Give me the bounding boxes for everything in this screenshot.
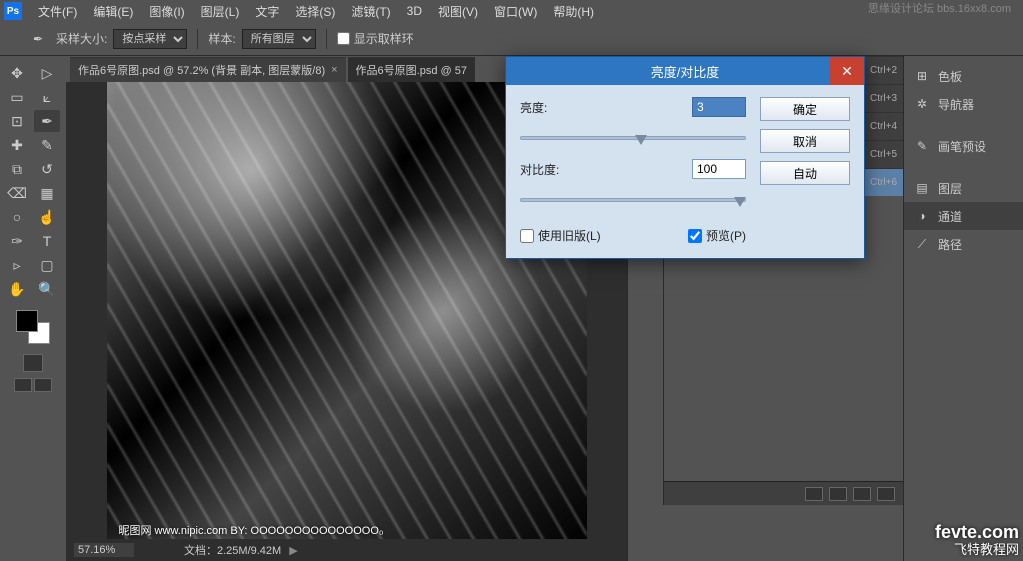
eyedropper-tool[interactable]: ✒ — [34, 110, 60, 132]
sample-size-select[interactable]: 按点采样 — [113, 29, 187, 49]
contrast-input[interactable] — [692, 159, 746, 179]
status-menu-arrow[interactable]: ▶ — [289, 544, 297, 557]
brightness-label: 亮度: — [520, 99, 570, 116]
contrast-slider[interactable] — [520, 191, 746, 209]
eyedropper-icon: ✒ — [28, 32, 48, 46]
sample-label: 样本: — [208, 30, 235, 47]
screen-mode[interactable] — [14, 378, 52, 392]
brush-icon: ✎ — [914, 139, 930, 153]
path-arrow-tool[interactable]: ▷ — [34, 62, 60, 84]
dialog-title-bar[interactable]: 亮度/对比度 ✕ — [506, 57, 864, 85]
pen-tool[interactable]: ✑ — [4, 230, 30, 252]
lasso-tool[interactable]: ⟀ — [34, 86, 60, 108]
tab-document-2[interactable]: 作品6号原图.psd @ 57 — [348, 57, 475, 82]
dodge-tool[interactable]: ○ — [4, 206, 30, 228]
tab-document-1[interactable]: 作品6号原图.psd @ 57.2% (背景 副本, 图层蒙版/8)× — [70, 57, 346, 82]
delete-channel-button[interactable] — [877, 487, 895, 501]
color-swatch[interactable] — [16, 310, 50, 344]
shortcut-label: Ctrl+2 — [870, 65, 897, 76]
menu-file[interactable]: 文件(F) — [30, 3, 85, 20]
close-icon[interactable]: × — [331, 64, 337, 76]
legacy-checkbox[interactable]: 使用旧版(L) — [520, 227, 601, 244]
paths-icon: ⟋ — [914, 237, 930, 252]
panel-tab-navigator[interactable]: ✲导航器 — [904, 90, 1023, 118]
gradient-tool[interactable]: ▦ — [34, 182, 60, 204]
app-logo: Ps — [4, 2, 22, 20]
ok-button[interactable]: 确定 — [760, 97, 850, 121]
show-ring-checkbox[interactable]: 显示取样环 — [337, 30, 414, 47]
smudge-tool[interactable]: ☝ — [34, 206, 60, 228]
separator — [197, 29, 198, 49]
brightness-slider[interactable] — [520, 129, 746, 147]
menu-layer[interactable]: 图层(L) — [193, 3, 248, 20]
close-button[interactable]: ✕ — [830, 57, 864, 85]
menu-select[interactable]: 选择(S) — [287, 3, 343, 20]
panel-tab-layers[interactable]: ▤图层 — [904, 174, 1023, 202]
menu-window[interactable]: 窗口(W) — [486, 3, 545, 20]
brush-tool[interactable]: ✎ — [34, 134, 60, 156]
panel-footer — [664, 481, 903, 505]
zoom-tool[interactable]: 🔍 — [34, 278, 60, 300]
sample-size-label: 采样大小: — [56, 30, 107, 47]
hand-tool[interactable]: ✋ — [4, 278, 30, 300]
panel-tab-channels[interactable]: ◑通道 — [904, 202, 1023, 230]
menu-3d[interactable]: 3D — [399, 4, 430, 18]
auto-button[interactable]: 自动 — [760, 161, 850, 185]
contrast-label: 对比度: — [520, 161, 570, 178]
shortcut-label: Ctrl+5 — [870, 149, 897, 160]
quick-mask-toggle[interactable] — [23, 354, 43, 372]
options-bar: ✒ 采样大小: 按点采样 样本: 所有图层 显示取样环 — [0, 22, 1023, 56]
history-brush-tool[interactable]: ↺ — [34, 158, 60, 180]
preview-checkbox[interactable]: 预览(P) — [688, 227, 746, 244]
layers-icon: ▤ — [914, 181, 930, 195]
menu-edit[interactable]: 编辑(E) — [85, 3, 141, 20]
load-selection-button[interactable] — [805, 487, 823, 501]
menu-bar: Ps 文件(F) 编辑(E) 图像(I) 图层(L) 文字 选择(S) 滤镜(T… — [0, 0, 1023, 22]
direct-select-tool[interactable]: ▹ — [4, 254, 30, 276]
cancel-button[interactable]: 取消 — [760, 129, 850, 153]
menu-view[interactable]: 视图(V) — [430, 3, 486, 20]
marquee-tool[interactable]: ▭ — [4, 86, 30, 108]
menu-help[interactable]: 帮助(H) — [545, 3, 602, 20]
panel-tab-paths[interactable]: ⟋路径 — [904, 230, 1023, 258]
zoom-level[interactable]: 57.16% — [74, 543, 134, 557]
watermark-top: 思缘设计论坛 bbs.16xx8.com — [868, 0, 1011, 16]
brightness-input[interactable] — [692, 97, 746, 117]
sample-layers-select[interactable]: 所有图层 — [242, 29, 316, 49]
type-tool[interactable]: T — [34, 230, 60, 252]
foreground-color[interactable] — [16, 310, 38, 332]
navigator-icon: ✲ — [914, 97, 930, 111]
new-channel-button[interactable] — [853, 487, 871, 501]
panel-tab-brushes[interactable]: ✎画笔预设 — [904, 132, 1023, 160]
status-bar: 57.16% 文档：2.25M/9.42M ▶ — [66, 539, 627, 561]
separator — [326, 29, 327, 49]
shortcut-label: Ctrl+6 — [870, 177, 897, 188]
shape-tool[interactable]: ▢ — [34, 254, 60, 276]
dialog-title: 亮度/对比度 — [651, 62, 720, 81]
crop-tool[interactable]: ⊡ — [4, 110, 30, 132]
shortcut-label: Ctrl+3 — [870, 93, 897, 104]
doc-size: 文档：2.25M/9.42M — [184, 542, 281, 558]
save-selection-button[interactable] — [829, 487, 847, 501]
shortcut-label: Ctrl+4 — [870, 121, 897, 132]
move-tool[interactable]: ✥ — [4, 62, 30, 84]
right-panel-list: ⊞色板 ✲导航器 ✎画笔预设 ▤图层 ◑通道 ⟋路径 — [903, 56, 1023, 561]
menu-type[interactable]: 文字 — [247, 3, 287, 20]
eraser-tool[interactable]: ⌫ — [4, 182, 30, 204]
healing-tool[interactable]: ✚ — [4, 134, 30, 156]
menu-image[interactable]: 图像(I) — [141, 3, 192, 20]
swatches-icon: ⊞ — [914, 69, 930, 83]
panel-tab-swatches[interactable]: ⊞色板 — [904, 62, 1023, 90]
channels-icon: ◑ — [914, 209, 930, 223]
stamp-tool[interactable]: ⧉ — [4, 158, 30, 180]
menu-filter[interactable]: 滤镜(T) — [343, 3, 398, 20]
tools-panel: ✥ ▷ ▭ ⟀ ⊡ ✒ ✚ ✎ ⧉ ↺ ⌫ ▦ ○ ☝ ✑ T ▹ ▢ ✋ 🔍 — [0, 56, 66, 561]
watermark-logo: fevte.com 飞特教程网 — [935, 523, 1019, 557]
image-credit: 昵图网 www.nipic.com BY: OOOOOOOOOOOOOOO₀ — [119, 522, 384, 538]
brightness-contrast-dialog: 亮度/对比度 ✕ 亮度: 对比度: 使用旧版(L) 预览(P) — [505, 56, 865, 259]
